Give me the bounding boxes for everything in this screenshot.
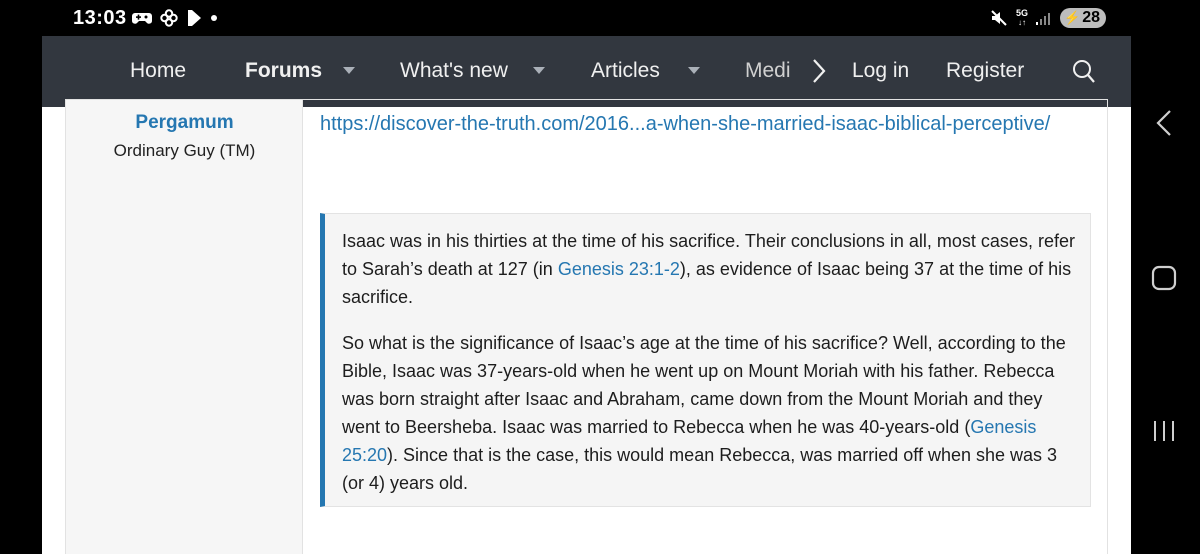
signal-icon bbox=[1036, 13, 1051, 25]
login-link[interactable]: Log in bbox=[852, 59, 909, 83]
post-username[interactable]: Pergamum bbox=[66, 112, 303, 134]
status-time: 13:03 bbox=[73, 7, 127, 29]
charging-icon: ⚡ bbox=[1064, 10, 1081, 25]
nav-articles[interactable]: Articles bbox=[591, 59, 660, 83]
quote-text: So what is the significance of Isaac’s a… bbox=[342, 333, 1066, 437]
whats-new-dropdown-icon[interactable] bbox=[533, 67, 545, 74]
nav-home[interactable]: Home bbox=[130, 59, 186, 83]
gamepad-icon bbox=[132, 13, 152, 24]
dot-icon bbox=[211, 15, 217, 21]
nav-forums[interactable]: Forums bbox=[245, 59, 322, 83]
home-icon[interactable] bbox=[1151, 265, 1177, 291]
network-indicator: 5G ↓↑ bbox=[1016, 8, 1029, 28]
post-user-column: Pergamum Ordinary Guy (TM) bbox=[66, 100, 303, 554]
quote-content: Isaac was in his thirties at the time of… bbox=[342, 227, 1077, 497]
block-quote: Isaac was in his thirties at the time of… bbox=[320, 213, 1091, 507]
system-navigation-bar bbox=[1131, 36, 1200, 554]
status-bar: 13:03 5G ↓↑ ⚡ 28 bbox=[0, 0, 1200, 36]
battery-indicator: ⚡ 28 bbox=[1060, 8, 1106, 28]
pinwheel-icon bbox=[160, 9, 178, 27]
forums-dropdown-icon[interactable] bbox=[343, 67, 355, 74]
post-user-title: Ordinary Guy (TM) bbox=[113, 141, 256, 160]
play-icon bbox=[188, 10, 201, 26]
register-link[interactable]: Register bbox=[946, 59, 1024, 83]
nav-whats-new[interactable]: What's new bbox=[400, 59, 508, 83]
back-icon[interactable] bbox=[1155, 109, 1173, 137]
notification-icons bbox=[132, 8, 218, 28]
forum-navbar: Home Forums What's new Articles Medi Log… bbox=[42, 36, 1131, 107]
forum-post: Pergamum Ordinary Guy (TM) https://disco… bbox=[65, 99, 1108, 554]
post-link[interactable]: https://discover-the-truth.com/2016...a-… bbox=[320, 109, 1080, 139]
recent-apps-icon[interactable] bbox=[1152, 419, 1176, 443]
articles-dropdown-icon[interactable] bbox=[688, 67, 700, 74]
quote-paragraph-1: Isaac was in his thirties at the time of… bbox=[342, 227, 1077, 311]
battery-level: 28 bbox=[1082, 9, 1100, 26]
quote-paragraph-2: So what is the significance of Isaac’s a… bbox=[342, 329, 1077, 497]
quote-text: ). Since that is the case, this would me… bbox=[342, 445, 1058, 493]
scroll-right-icon[interactable] bbox=[811, 58, 827, 84]
browser-page: Home Forums What's new Articles Medi Log… bbox=[42, 36, 1131, 554]
mute-icon bbox=[991, 10, 1007, 26]
content-area: Pergamum Ordinary Guy (TM) https://disco… bbox=[42, 99, 1131, 554]
nav-media[interactable]: Medi bbox=[745, 59, 791, 83]
bible-ref-link[interactable]: Genesis 23:1-2 bbox=[558, 259, 680, 279]
search-icon[interactable] bbox=[1072, 59, 1096, 85]
